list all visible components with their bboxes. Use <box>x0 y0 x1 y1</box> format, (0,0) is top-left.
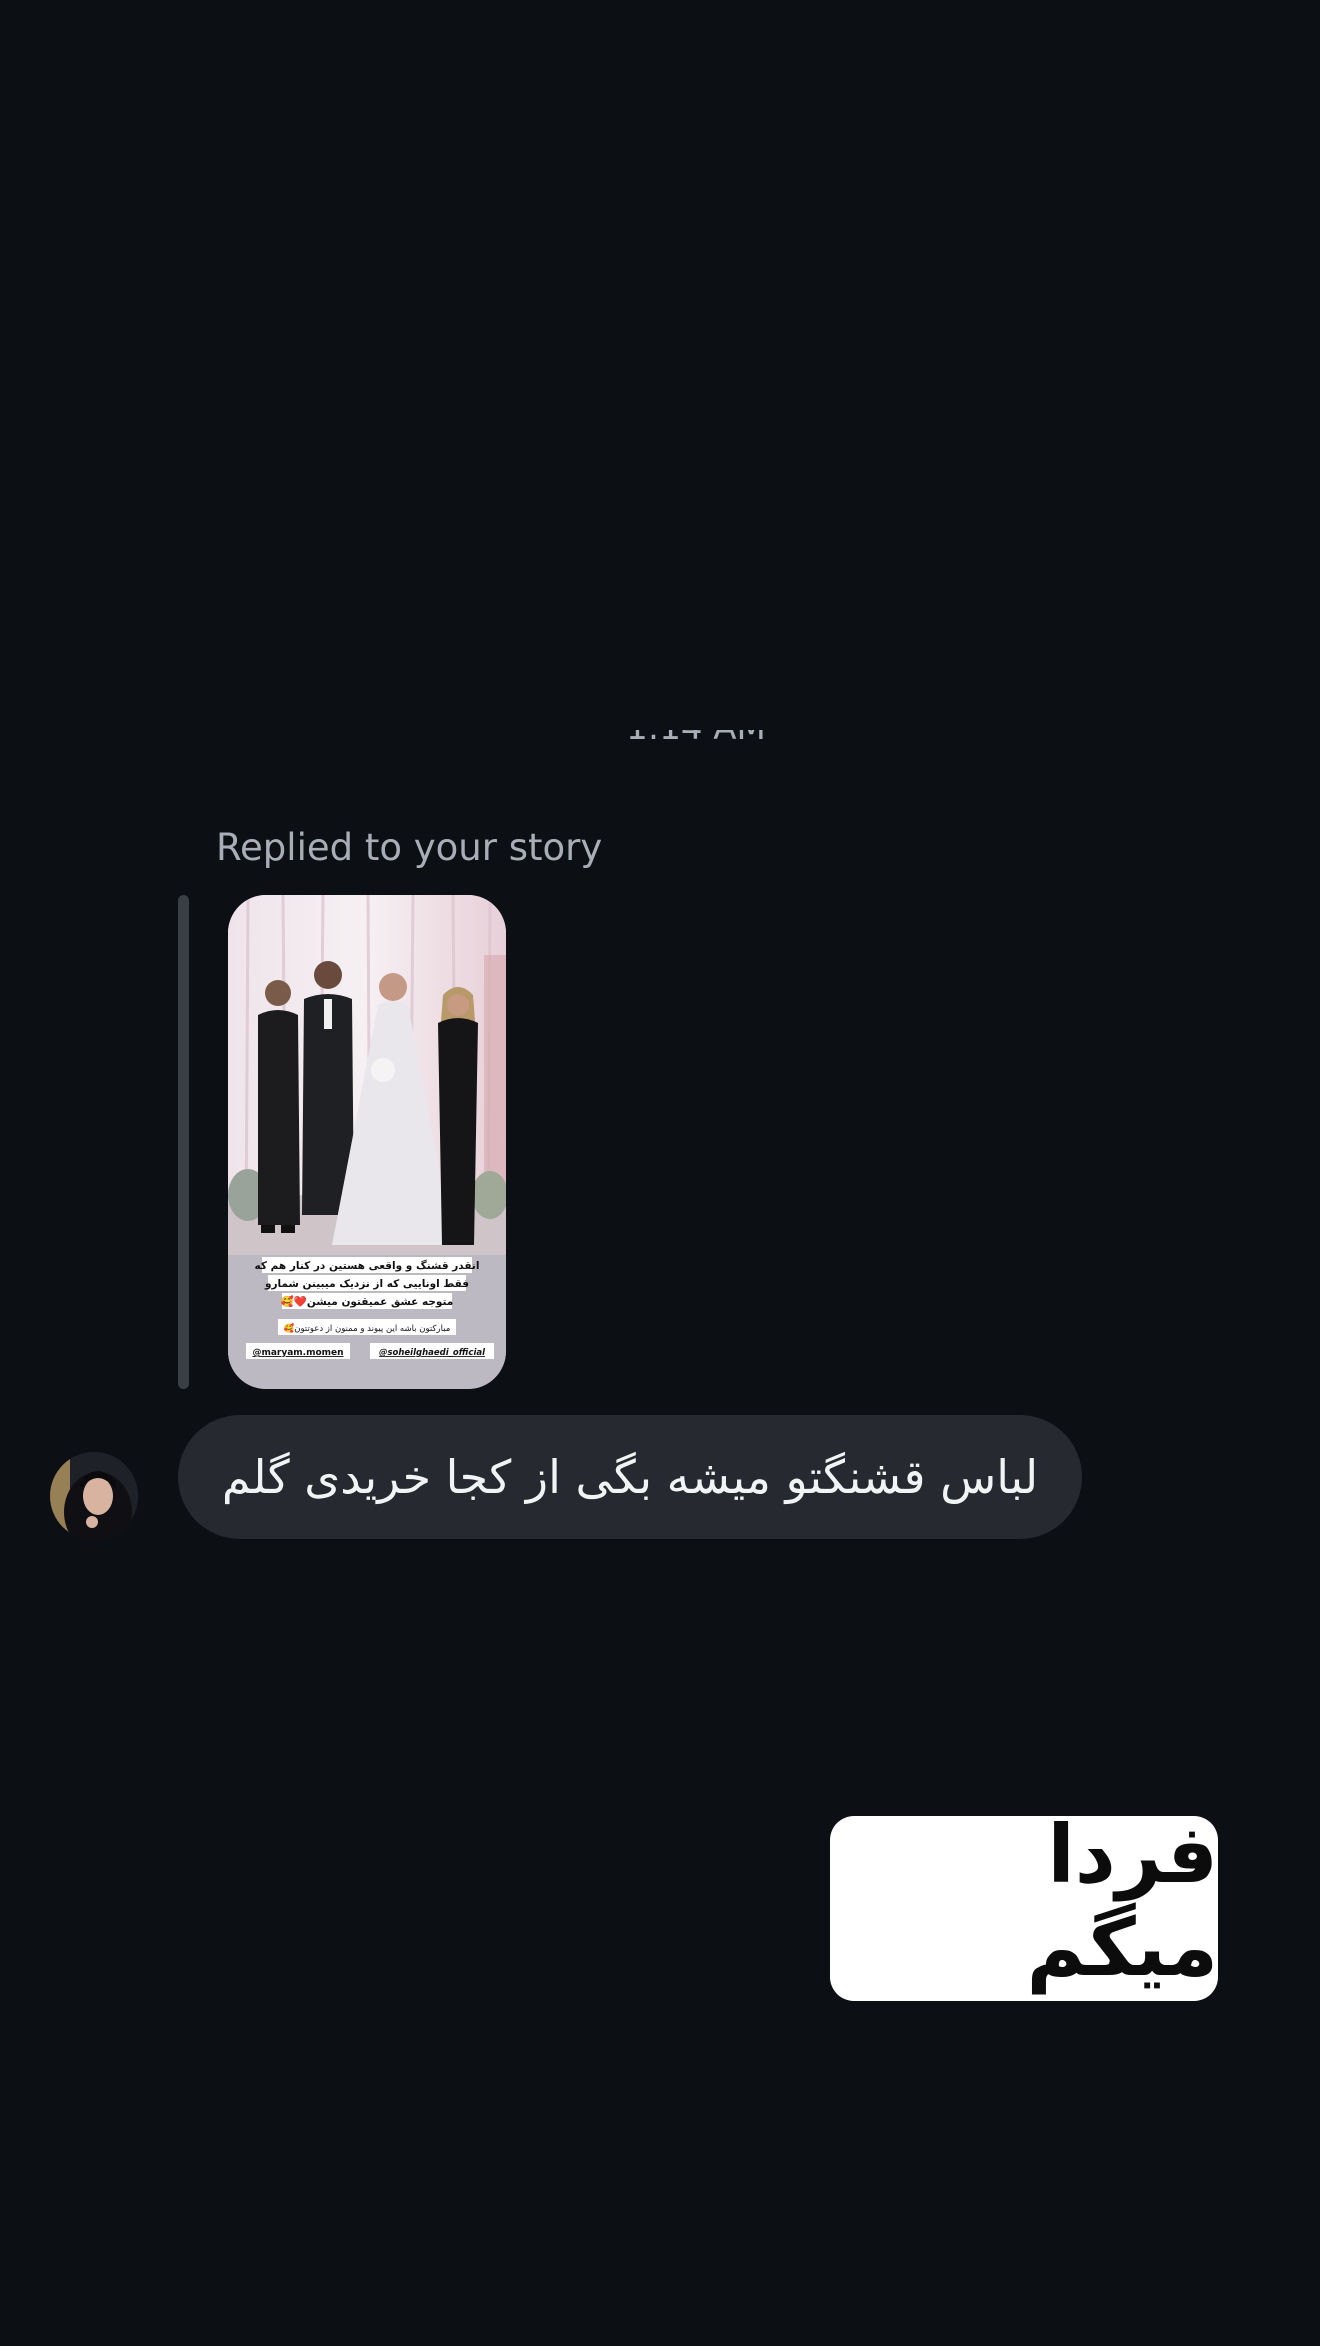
story-reply-label: Replied to your story <box>216 826 603 869</box>
sticker-text: فردا میگم <box>1026 1807 1218 1994</box>
sender-avatar[interactable] <box>50 1452 138 1540</box>
reply-indicator-bar <box>178 895 189 1389</box>
incoming-message-text: لباس قشنگتو میشه بگی از کجا خریدی گلم <box>221 1450 1039 1504</box>
story-caption-line-2: فقط اوناییی که از نزدیک میبینن شمارو <box>264 1278 469 1290</box>
incoming-message-bubble[interactable]: لباس قشنگتو میشه بگی از کجا خریدی گلم <box>178 1415 1082 1539</box>
person-right-woman <box>438 987 478 1245</box>
story-thumbnail[interactable]: انقدر قشنگ و واقعی هستین در کنار هم که ف… <box>228 895 506 1389</box>
message-timestamp: 1:14 AM <box>0 730 1320 776</box>
avatar-photo <box>50 1452 138 1540</box>
story-tag-right: @soheilghaedi_official <box>379 1348 486 1358</box>
outgoing-text-sticker[interactable]: فردا میگم <box>830 1808 1218 2001</box>
story-photo: انقدر قشنگ و واقعی هستین در کنار هم که ف… <box>228 895 506 1389</box>
story-caption-line-1: انقدر قشنگ و واقعی هستین در کنار هم که <box>255 1259 480 1272</box>
story-caption-line-3: متوجه عشق عمیقتون میشن❤️🥰 <box>281 1295 454 1308</box>
person-left-man <box>258 980 300 1233</box>
story-congrats-line: مبارکتون باشه این پیوند و ممنون از دعوتت… <box>284 1323 451 1334</box>
story-tag-left: @maryam.momen <box>252 1348 343 1358</box>
